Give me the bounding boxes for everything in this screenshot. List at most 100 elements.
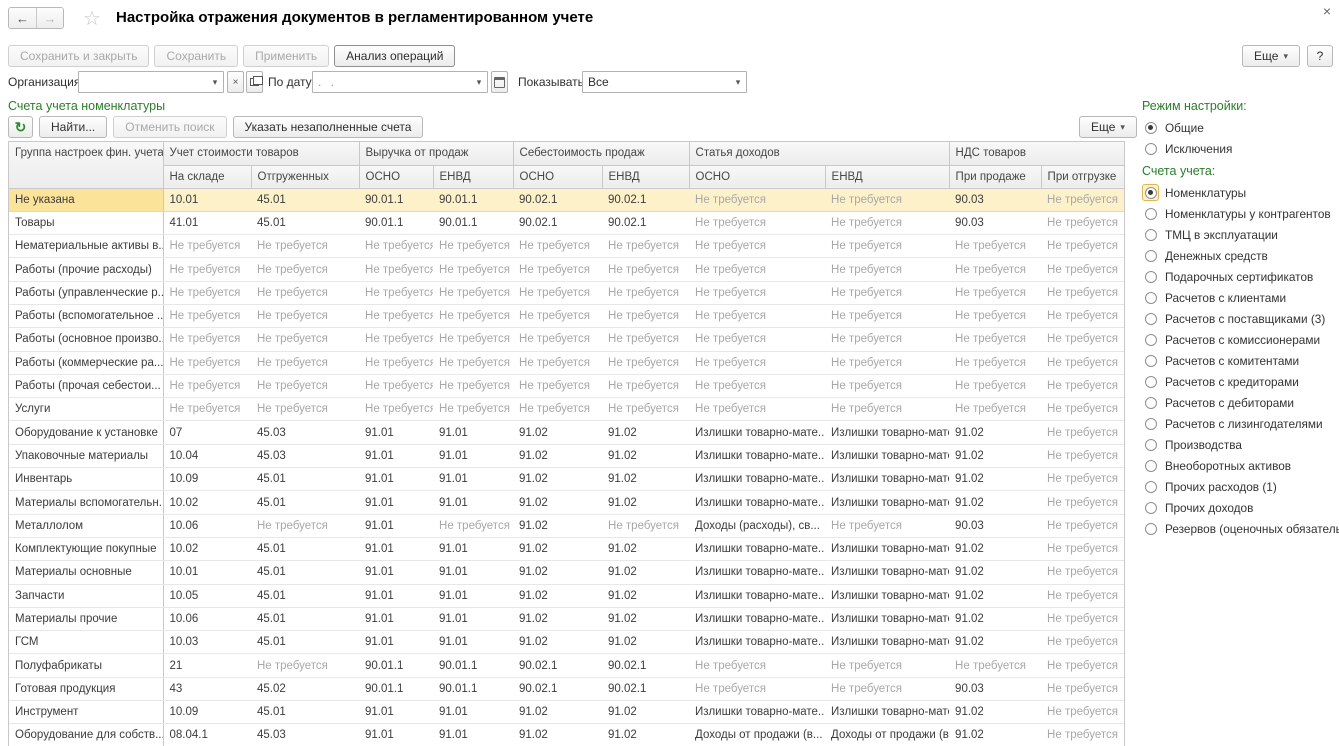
account-cell[interactable]: 10.06	[163, 514, 251, 537]
row-name-cell[interactable]: Запчасти	[9, 584, 163, 607]
table-row[interactable]: Полуфабрикаты21Не требуется90.01.190.01.…	[9, 654, 1125, 677]
account-cell[interactable]: Не требуется	[1041, 701, 1125, 724]
account-cell[interactable]: Не требуется	[433, 351, 513, 374]
account-cell[interactable]: Не требуется	[1041, 491, 1125, 514]
table-row[interactable]: Работы (вспомогательное ...Не требуетсяН…	[9, 304, 1125, 327]
account-cell[interactable]: Не требуется	[513, 235, 602, 258]
account-cell[interactable]: 91.02	[513, 444, 602, 467]
radio-button-icon[interactable]	[1142, 457, 1159, 474]
row-name-cell[interactable]: Материалы вспомогательн...	[9, 491, 163, 514]
account-cell[interactable]: Не требуется	[689, 398, 825, 421]
account-cell[interactable]: Не требуется	[825, 258, 949, 281]
account-cell[interactable]: Не требуется	[949, 351, 1041, 374]
table-row[interactable]: Работы (основное произво...Не требуетсяН…	[9, 328, 1125, 351]
account-cell[interactable]: Излишки товарно-мате...	[825, 631, 949, 654]
column-subheader[interactable]: Отгруженных	[251, 165, 359, 188]
favorite-star-icon[interactable]: ☆	[83, 6, 101, 31]
account-cell[interactable]: 07	[163, 421, 251, 444]
account-cell[interactable]: 45.01	[251, 631, 359, 654]
account-cell[interactable]: 91.02	[602, 444, 689, 467]
account-cell[interactable]: 90.03	[949, 211, 1041, 234]
account-cell[interactable]: Излишки товарно-мате...	[825, 537, 949, 560]
account-cell[interactable]: 91.01	[359, 724, 433, 746]
account-cell[interactable]: Не требуется	[1041, 258, 1125, 281]
account-cell[interactable]: Не требуется	[689, 304, 825, 327]
account-cell[interactable]: 91.02	[949, 421, 1041, 444]
account-cell[interactable]: Не требуется	[251, 304, 359, 327]
account-cell[interactable]: Не требуется	[1041, 398, 1125, 421]
account-cell[interactable]: Не требуется	[689, 235, 825, 258]
account-cell[interactable]: Не требуется	[825, 328, 949, 351]
account-cell[interactable]: Излишки товарно-мате...	[689, 584, 825, 607]
forward-button[interactable]: →	[36, 8, 63, 28]
row-name-cell[interactable]: Нематериальные активы в...	[9, 235, 163, 258]
radio-button-icon[interactable]	[1142, 478, 1159, 495]
account-cell[interactable]: 91.02	[602, 561, 689, 584]
account-cell[interactable]: Не требуется	[1041, 211, 1125, 234]
account-cell[interactable]: Не требуется	[602, 235, 689, 258]
account-cell[interactable]: 91.01	[359, 701, 433, 724]
cancel-search-button[interactable]: Отменить поиск	[113, 116, 226, 138]
account-cell[interactable]: Не требуется	[1041, 351, 1125, 374]
account-cell[interactable]: Не требуется	[359, 304, 433, 327]
settings-mode-option[interactable]: Общие	[1142, 117, 1338, 138]
radio-button-icon[interactable]	[1142, 247, 1159, 264]
account-cell[interactable]: 90.03	[949, 677, 1041, 700]
row-name-cell[interactable]: Работы (управленческие р...	[9, 281, 163, 304]
help-button[interactable]: ?	[1307, 45, 1333, 67]
account-cell[interactable]: Не требуется	[513, 304, 602, 327]
row-name-cell[interactable]: ГСМ	[9, 631, 163, 654]
account-cell[interactable]: 91.01	[433, 701, 513, 724]
column-subheader[interactable]: При продаже	[949, 165, 1041, 188]
clear-organization-button[interactable]: ×	[227, 71, 244, 93]
account-cell[interactable]: 45.03	[251, 421, 359, 444]
account-cell[interactable]: 10.05	[163, 584, 251, 607]
account-cell[interactable]: Не требуется	[949, 235, 1041, 258]
account-cell[interactable]: Не требуется	[1041, 724, 1125, 746]
account-cell[interactable]: 90.01.1	[433, 211, 513, 234]
column-group-header[interactable]: Выручка от продаж	[359, 142, 513, 165]
account-cell[interactable]: 10.04	[163, 444, 251, 467]
account-cell[interactable]: Не требуется	[433, 235, 513, 258]
table-row[interactable]: Работы (коммерческие ра...Не требуетсяНе…	[9, 351, 1125, 374]
account-cell[interactable]: Излишки товарно-мате...	[689, 701, 825, 724]
row-name-cell[interactable]: Работы (коммерческие ра...	[9, 351, 163, 374]
account-cell[interactable]: 43	[163, 677, 251, 700]
account-cell[interactable]: 90.02.1	[602, 654, 689, 677]
account-cell[interactable]: Не требуется	[825, 398, 949, 421]
account-cell[interactable]: 91.02	[949, 631, 1041, 654]
save-button[interactable]: Сохранить	[154, 45, 238, 67]
account-cell[interactable]: Не требуется	[689, 211, 825, 234]
account-type-option[interactable]: Номенклатуры у контрагентов	[1142, 203, 1338, 224]
account-cell[interactable]: 08.04.1	[163, 724, 251, 746]
account-cell[interactable]: Не требуется	[602, 351, 689, 374]
row-name-cell[interactable]: Материалы прочие	[9, 607, 163, 630]
chevron-down-icon[interactable]: ▾	[730, 72, 746, 92]
account-cell[interactable]: Не требуется	[949, 328, 1041, 351]
account-cell[interactable]: 91.01	[433, 631, 513, 654]
account-cell[interactable]: 45.03	[251, 724, 359, 746]
account-cell[interactable]: Не требуется	[1041, 561, 1125, 584]
table-row[interactable]: Работы (прочие расходы)Не требуетсяНе тр…	[9, 258, 1125, 281]
account-cell[interactable]: 91.02	[602, 631, 689, 654]
account-cell[interactable]: 45.02	[251, 677, 359, 700]
account-cell[interactable]: Не требуется	[251, 654, 359, 677]
account-cell[interactable]: Не требуется	[359, 398, 433, 421]
account-cell[interactable]: Не требуется	[513, 351, 602, 374]
account-cell[interactable]: Излишки товарно-мате...	[825, 444, 949, 467]
account-cell[interactable]: Не требуется	[1041, 631, 1125, 654]
account-cell[interactable]: Не требуется	[949, 398, 1041, 421]
account-cell[interactable]: Не требуется	[1041, 584, 1125, 607]
account-cell[interactable]: 91.01	[359, 491, 433, 514]
account-cell[interactable]: 91.02	[602, 491, 689, 514]
account-cell[interactable]: Не требуется	[163, 281, 251, 304]
account-cell[interactable]: 45.01	[251, 561, 359, 584]
chevron-down-icon[interactable]: ▾	[471, 72, 487, 92]
account-type-option[interactable]: Расчетов с лизингодателями	[1142, 413, 1338, 434]
account-cell[interactable]: Излишки товарно-мате...	[689, 444, 825, 467]
account-cell[interactable]: 10.01	[163, 561, 251, 584]
account-cell[interactable]: 45.01	[251, 701, 359, 724]
table-row[interactable]: ГСМ10.0345.0191.0191.0191.0291.02Излишки…	[9, 631, 1125, 654]
radio-button-icon[interactable]	[1142, 268, 1159, 285]
account-cell[interactable]: Не требуется	[359, 235, 433, 258]
